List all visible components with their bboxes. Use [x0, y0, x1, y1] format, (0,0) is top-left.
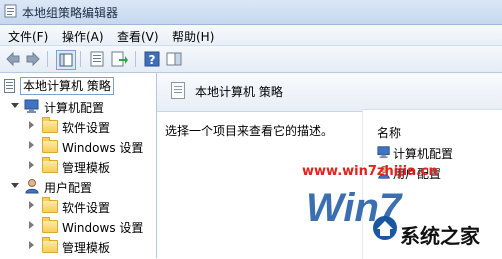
menu-action[interactable]: 操作(A): [62, 28, 104, 45]
tree-item-admin-templates[interactable]: 管理模板: [0, 157, 156, 175]
tree-item-software-settings[interactable]: 软件设置: [0, 117, 156, 135]
toolbar-separator: [80, 51, 81, 67]
folder-icon: [42, 217, 58, 233]
menu-bar: 文件(F) 操作(A) 查看(V) 帮助(H): [0, 25, 502, 46]
user-config-label: 用户配置: [44, 181, 93, 195]
menu-file[interactable]: 文件(F): [8, 28, 48, 45]
list-item-label: 计算机配置: [393, 147, 454, 161]
tree-item-windows-settings[interactable]: Windows 设置: [0, 137, 156, 155]
column-header-name[interactable]: 名称: [377, 124, 401, 141]
tree-item-label: 管理模板: [62, 161, 111, 175]
title-bar: 本地组策略编辑器: [0, 0, 502, 25]
details-header: 本地计算机 策略: [157, 73, 502, 112]
tree-root[interactable]: 本地计算机 策略: [4, 77, 154, 95]
tree-item-label: Windows 设置: [62, 221, 144, 235]
back-arrow-icon[interactable]: [4, 50, 22, 68]
tree-item-label: 软件设置: [62, 201, 111, 215]
expand-arrow-icon[interactable]: [29, 141, 34, 149]
computer-icon: [24, 99, 39, 113]
brand-logo-icon: [373, 216, 397, 240]
watermark-url: www.win7zhijia.cn: [302, 164, 438, 179]
computer-config-label: 计算机配置: [44, 101, 105, 115]
folder-icon: [42, 237, 58, 253]
forward-arrow-icon[interactable]: [24, 50, 42, 68]
watermark-brand: 系统之家: [400, 224, 480, 248]
export-list-icon[interactable]: [110, 50, 128, 68]
document-icon: [4, 79, 15, 93]
tree-item-label: 软件设置: [62, 121, 111, 135]
svg-text:?: ?: [149, 53, 156, 67]
expand-arrow-icon[interactable]: [29, 121, 34, 129]
user-icon: [25, 179, 39, 194]
menu-help[interactable]: 帮助(H): [172, 28, 214, 45]
tree-user-config[interactable]: 用户配置: [0, 177, 156, 195]
document-icon: [171, 82, 185, 99]
properties-icon[interactable]: [88, 50, 106, 68]
folder-icon: [42, 197, 58, 213]
expand-arrow-icon[interactable]: [29, 221, 34, 229]
details-title: 本地计算机 策略: [195, 85, 283, 99]
folder-icon: [42, 117, 58, 133]
toolbar: ?: [0, 46, 502, 73]
help-icon[interactable]: ?: [143, 50, 161, 68]
tree-item-label: 管理模板: [62, 241, 111, 255]
folder-icon: [42, 137, 58, 153]
expand-arrow-icon[interactable]: [11, 183, 19, 188]
expand-arrow-icon[interactable]: [29, 241, 34, 249]
tree-item-admin-templates[interactable]: 管理模板: [0, 237, 156, 255]
computer-icon: [377, 146, 390, 159]
expand-arrow-icon[interactable]: [11, 103, 19, 108]
policy-editor-icon: [4, 4, 17, 18]
toolbar-separator: [135, 51, 136, 67]
toolbar-separator: [47, 51, 48, 67]
tree-computer-config[interactable]: 计算机配置: [0, 97, 156, 115]
folder-icon: [42, 157, 58, 173]
tree-root-label: 本地计算机 策略: [20, 77, 114, 95]
tree-item-software-settings[interactable]: 软件设置: [0, 197, 156, 215]
description-text: 选择一个项目来查看它的描述。: [165, 124, 334, 138]
expand-arrow-icon[interactable]: [29, 161, 34, 169]
window-title: 本地组策略编辑器: [22, 6, 119, 20]
show-hide-pane-icon[interactable]: [165, 50, 183, 68]
tree-item-windows-settings[interactable]: Windows 设置: [0, 217, 156, 235]
tree-pane: 本地计算机 策略 计算机配置 软件设置 Windows 设置 管理模板 用户配置: [0, 73, 157, 258]
show-tree-icon[interactable]: [56, 50, 76, 70]
menu-view[interactable]: 查看(V): [117, 28, 159, 45]
tree-item-label: Windows 设置: [62, 141, 144, 155]
expand-arrow-icon[interactable]: [29, 201, 34, 209]
